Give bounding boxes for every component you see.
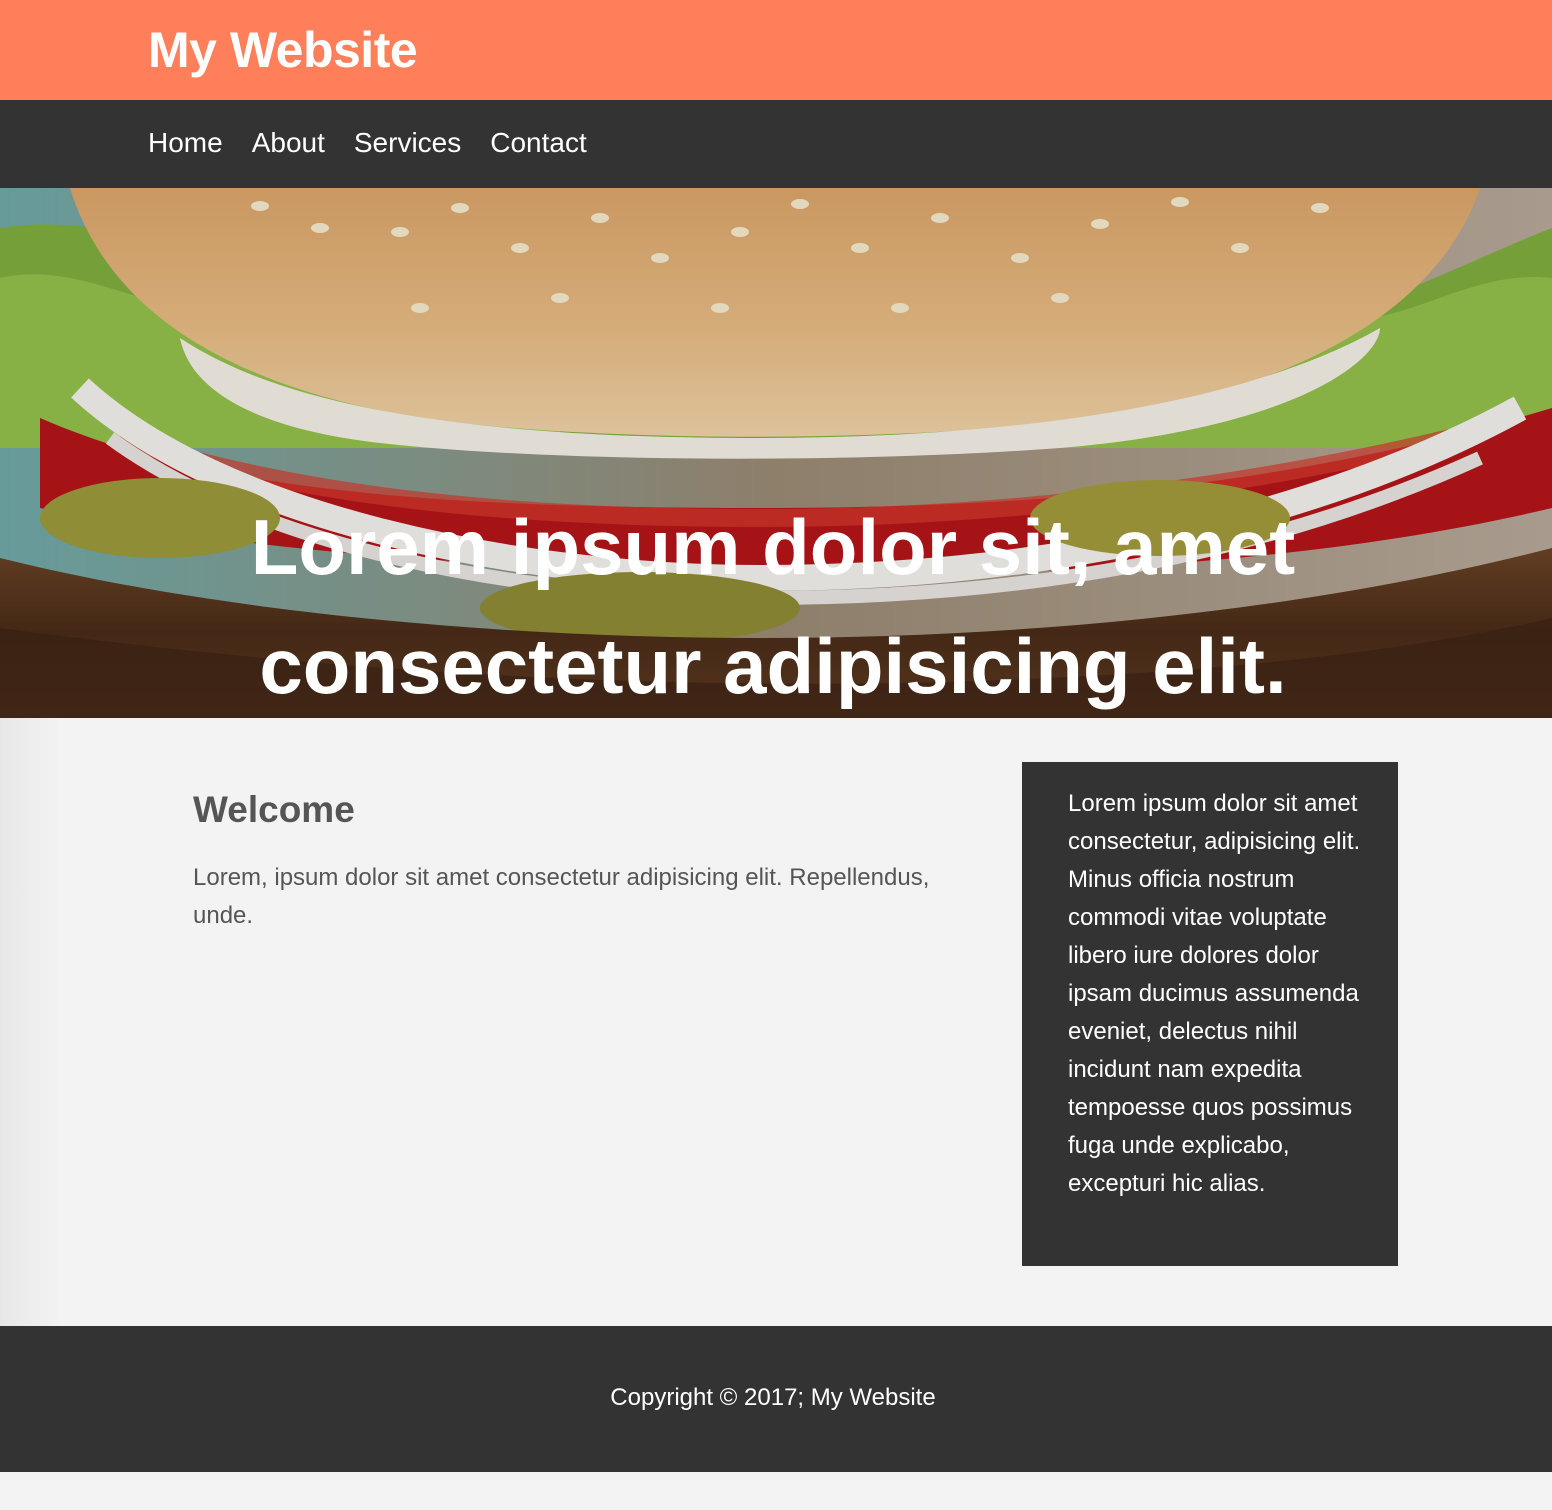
nav-item-about: About — [252, 124, 354, 162]
hero-heading: Lorem ipsum dolor sit, amet consectetur … — [250, 503, 1296, 710]
nav-link-contact[interactable]: Contact — [490, 124, 587, 162]
site-title: My Website — [148, 22, 418, 78]
main-nav: Home About Services Contact — [0, 100, 1552, 188]
sidebar-text: Lorem ipsum dolor sit amet consectetur, … — [1068, 790, 1361, 1197]
hero-section: Lorem ipsum dolor sit, amet consectetur … — [0, 188, 1552, 718]
nav-item-services: Services — [354, 124, 490, 162]
nav-link-services[interactable]: Services — [354, 124, 461, 162]
sidebar-box: Lorem ipsum dolor sit amet consectetur, … — [1022, 762, 1398, 1266]
site-header: My Website — [0, 0, 1552, 100]
nav-link-about[interactable]: About — [252, 124, 325, 162]
nav-list: Home About Services Contact — [148, 124, 616, 162]
welcome-heading: Welcome — [193, 789, 355, 830]
welcome-text: Lorem, ipsum dolor sit amet consectetur … — [193, 864, 930, 929]
nav-item-contact: Contact — [490, 124, 616, 162]
nav-item-home: Home — [148, 124, 252, 162]
nav-link-home[interactable]: Home — [148, 124, 223, 162]
footer-copyright: Copyright © 2017; My Website — [610, 1384, 936, 1411]
site-footer: Copyright © 2017; My Website — [0, 1326, 1552, 1472]
